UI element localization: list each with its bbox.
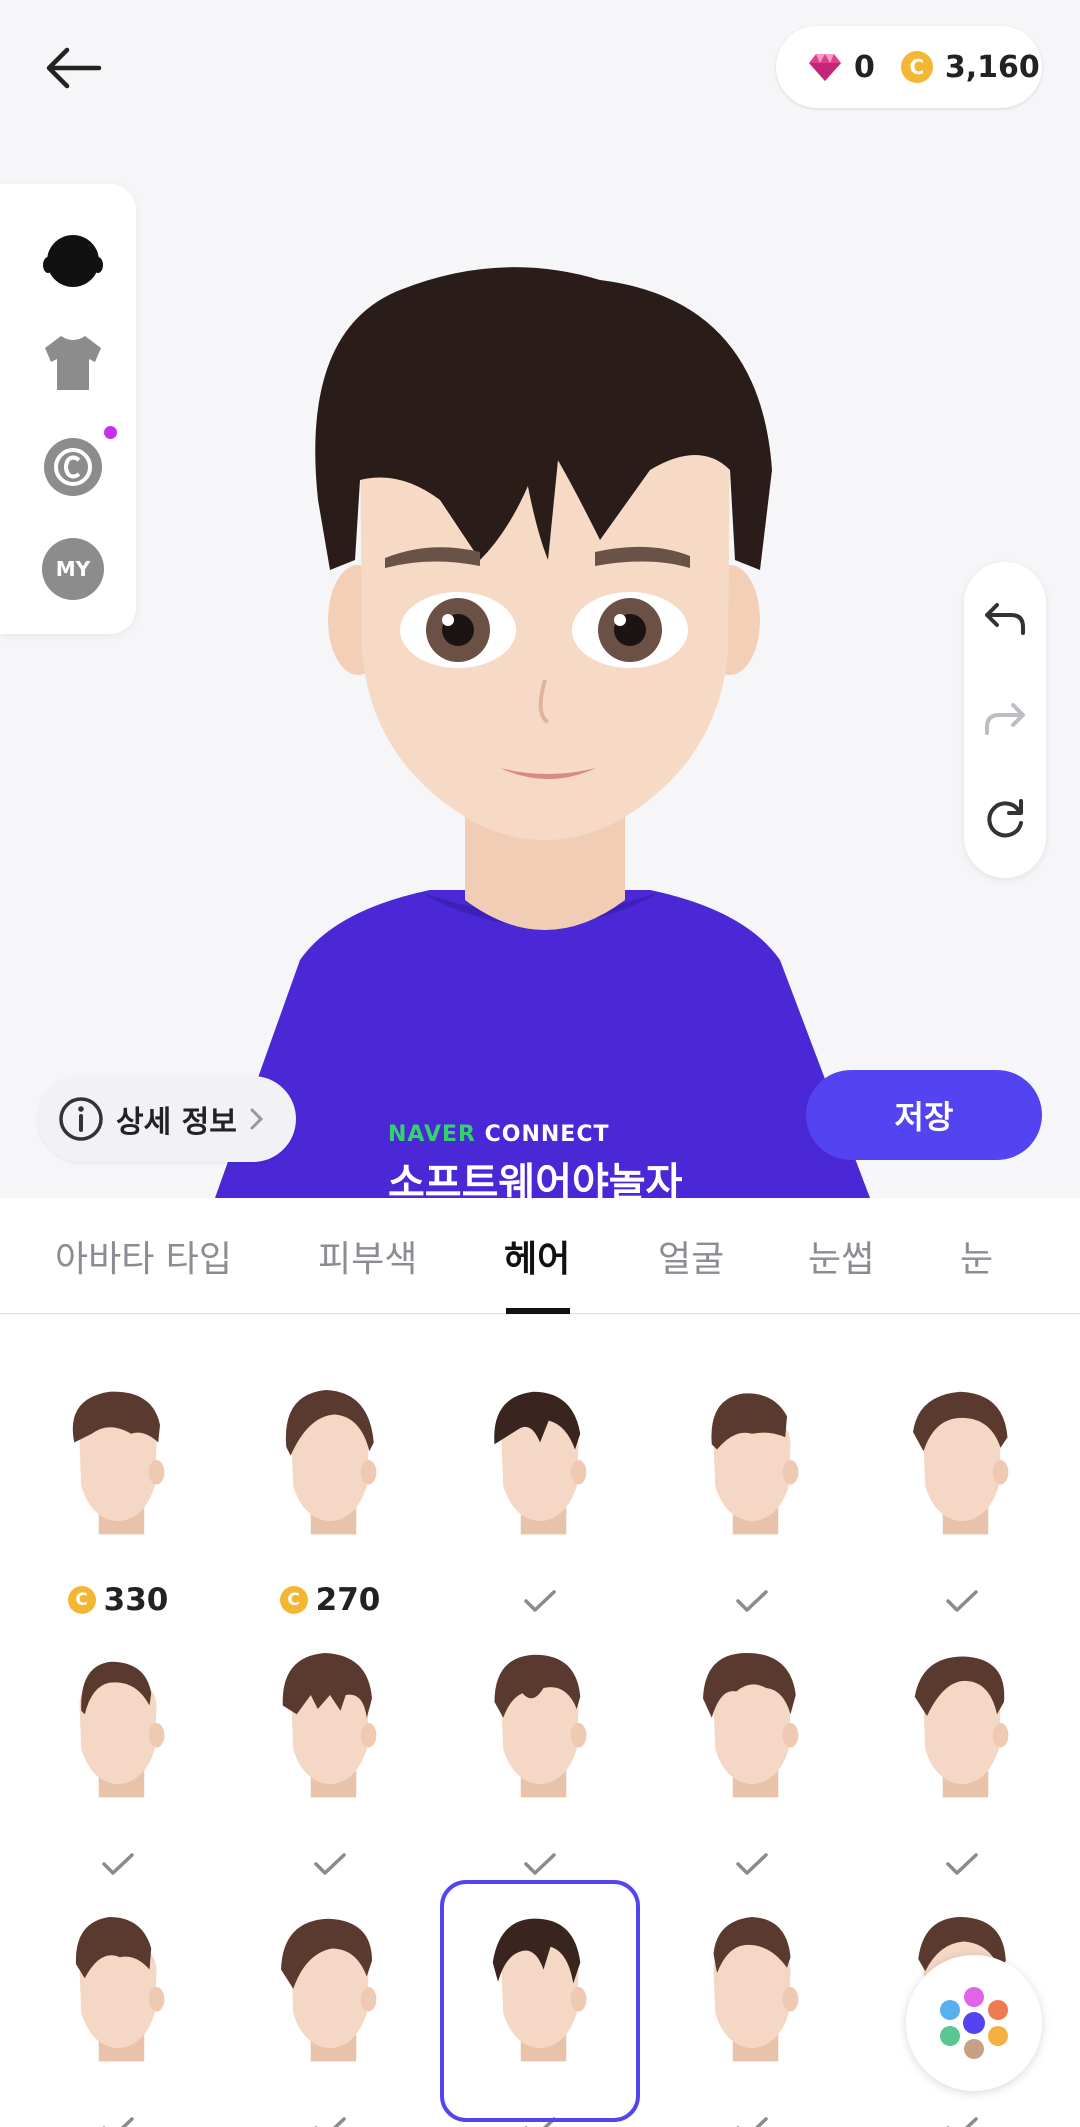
refresh-icon — [987, 799, 1023, 838]
category-tabs: 아바타 타입 피부색 헤어 얼굴 눈썹 눈 — [0, 1198, 1080, 1314]
redo-button[interactable] — [980, 694, 1030, 744]
owned-check-icon — [102, 1853, 134, 1875]
shirt-print-line1: NAVER CONNECT — [388, 1122, 610, 1147]
hair-thumbnail — [72, 1391, 165, 1535]
hair-thumbnail — [494, 1654, 587, 1798]
hair-item[interactable] — [444, 1633, 636, 1875]
owned-check-icon — [524, 1853, 556, 1875]
tshirt-icon — [45, 336, 101, 390]
undo-button[interactable] — [980, 594, 1030, 644]
item-price: C 270 — [234, 1582, 426, 1618]
history-controls — [964, 562, 1046, 878]
hair-thumbnail — [914, 1656, 1009, 1798]
undo-icon — [985, 603, 1025, 635]
tab-face[interactable]: 얼굴 — [658, 1198, 724, 1313]
back-arrow-icon — [46, 47, 102, 89]
side-item-shop[interactable] — [40, 434, 106, 500]
side-item-avatar[interactable] — [40, 228, 106, 294]
tab-avatar-type[interactable]: 아바타 타입 — [55, 1198, 232, 1313]
hair-thumbnail — [79, 1661, 165, 1798]
hair-item[interactable] — [22, 1897, 214, 2127]
tab-eyes[interactable]: 눈 — [960, 1198, 993, 1313]
side-item-clothes[interactable] — [40, 330, 106, 396]
coin-icon: C — [67, 1586, 96, 1614]
owned-check-icon — [736, 1590, 768, 1612]
hair-thumbnail — [494, 1391, 587, 1535]
hair-item[interactable] — [866, 1633, 1058, 1875]
owned-check-icon — [946, 2117, 978, 2127]
tab-eyebrows[interactable]: 눈썹 — [808, 1198, 874, 1313]
avatar-editor: NAVER CONNECT 소프트웨어야놀자 0 C 3,160 MY 상세 정… — [0, 0, 1080, 2127]
chevron-right-icon — [250, 1108, 263, 1130]
hair-thumbnail — [282, 1653, 377, 1798]
hair-thumbnail — [75, 1917, 165, 2062]
gem-icon — [809, 54, 841, 81]
owned-check-icon — [314, 1853, 346, 1875]
hair-item[interactable] — [656, 1897, 848, 2127]
owned-check-icon — [946, 1853, 978, 1875]
price-value: 270 — [315, 1582, 381, 1618]
hair-thumbnail — [913, 1391, 1009, 1535]
hair-item[interactable] — [656, 1370, 848, 1612]
hair-item[interactable] — [656, 1633, 848, 1875]
item-price: C 330 — [22, 1582, 214, 1618]
gem-count: 0 — [854, 49, 875, 85]
redo-icon — [985, 703, 1025, 735]
hair-item[interactable] — [234, 1897, 426, 2127]
save-button[interactable]: 저장 — [806, 1070, 1042, 1160]
tab-skin-color[interactable]: 피부색 — [318, 1198, 417, 1313]
coin-icon: C — [900, 51, 933, 83]
avatar-preview — [215, 267, 870, 1198]
color-palette-button[interactable] — [906, 1955, 1042, 2091]
hair-item[interactable] — [22, 1633, 214, 1875]
owned-check-icon — [314, 2117, 346, 2127]
tab-hair[interactable]: 헤어 — [504, 1198, 570, 1313]
owned-check-icon — [736, 1853, 768, 1875]
palette-icon — [940, 1987, 1008, 2059]
hair-item[interactable] — [234, 1633, 426, 1875]
hair-thumbnail — [281, 1918, 377, 2062]
hair-thumbnail — [703, 1653, 799, 1798]
hair-thumbnail — [711, 1393, 799, 1535]
detail-info-button[interactable]: 상세 정보 — [38, 1076, 296, 1162]
side-item-my[interactable]: MY — [40, 536, 106, 602]
notification-dot — [104, 426, 117, 439]
hair-item[interactable]: C 330 — [22, 1370, 214, 1618]
owned-check-icon — [102, 2117, 134, 2127]
owned-check-icon — [946, 1590, 978, 1612]
owned-check-icon — [736, 2117, 768, 2127]
hair-thumbnail — [285, 1390, 377, 1535]
coin-count: 3,160 — [944, 49, 1040, 85]
selected-item-frame — [440, 1880, 640, 2122]
active-tab-indicator — [506, 1308, 570, 1314]
avatar-head-icon — [43, 235, 103, 287]
back-button[interactable] — [38, 38, 108, 98]
currency-balance[interactable]: 0 C 3,160 — [776, 26, 1042, 108]
owned-check-icon — [524, 1590, 556, 1612]
hair-thumbnail — [713, 1917, 799, 2062]
shirt-print-line2: 소프트웨어야놀자 — [388, 1160, 683, 1198]
detail-info-label: 상세 정보 — [116, 1105, 237, 1140]
avatar-stage: NAVER CONNECT 소프트웨어야놀자 0 C 3,160 MY 상세 정… — [0, 0, 1080, 1198]
hair-item[interactable] — [444, 1370, 636, 1612]
hair-item[interactable] — [866, 1370, 1058, 1612]
side-menu: MY — [0, 184, 136, 634]
copyright-coin-icon — [44, 438, 102, 496]
coin-icon: C — [279, 1586, 308, 1614]
hair-item[interactable]: C 270 — [234, 1370, 426, 1618]
reset-button[interactable] — [980, 794, 1030, 844]
info-icon — [59, 1097, 103, 1141]
my-icon: MY — [42, 538, 104, 600]
price-value: 330 — [103, 1582, 169, 1618]
